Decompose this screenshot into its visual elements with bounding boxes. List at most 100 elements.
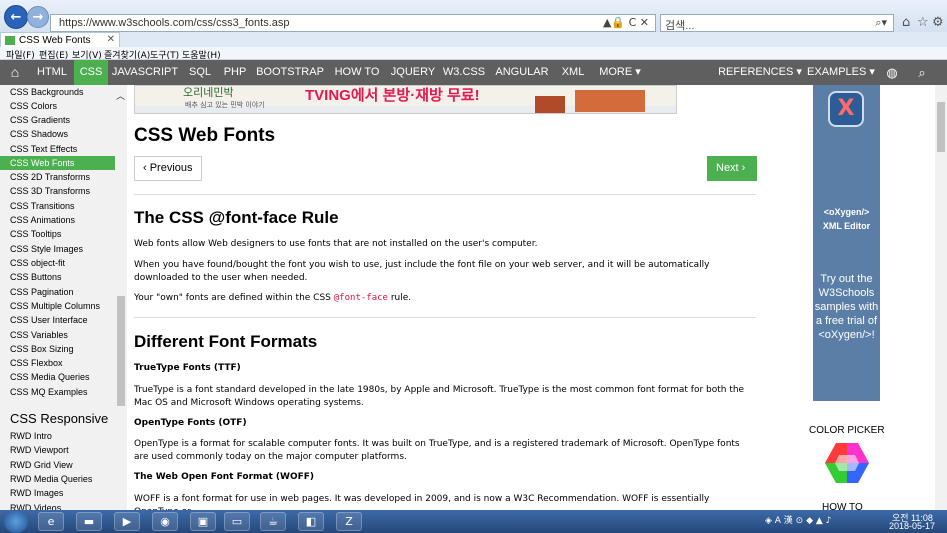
nav-more[interactable]: MORE ▾ (592, 60, 648, 85)
windows-start-icon[interactable] (4, 510, 28, 533)
nav-examples[interactable]: EXAMPLES ▾ (806, 60, 876, 85)
app-icon[interactable]: ▣ (190, 512, 216, 531)
color-picker-icon[interactable] (825, 443, 869, 483)
sidebar: CSS Backgrounds CSS Colors CSS Gradients… (0, 85, 127, 510)
nav-references[interactable]: REFERENCES ▾ (718, 60, 802, 85)
ad-banner[interactable]: 오리네민박 배추 심고 있는 민박 이야기 TVING에서 본방·재방 무료! (134, 85, 677, 114)
code-fontface: @font-face (333, 293, 388, 303)
tab-css-web-fonts[interactable]: CSS Web Fonts ✕ (0, 32, 120, 48)
sidebar-item[interactable]: CSS Buttons (0, 270, 115, 284)
sidebar-item[interactable]: CSS Box Sizing (0, 342, 115, 356)
ad-brand: <oXygen/> (823, 207, 870, 217)
divider (134, 317, 756, 318)
banner-text: TVING에서 본방·재방 무료! (305, 87, 480, 104)
sidebar-item[interactable]: CSS Transitions (0, 199, 115, 213)
sidebar-item[interactable]: CSS Style Images (0, 242, 115, 256)
vscode-icon[interactable]: ◧ (298, 512, 324, 531)
sidebar-item[interactable]: RWD Images (0, 486, 115, 500)
banner-house (575, 90, 645, 112)
sidebar-item[interactable]: CSS Colors (0, 99, 115, 113)
paragraph: Web fonts allow Web designers to use fon… (134, 239, 538, 249)
search-input[interactable]: 검색... ⌕▾ (660, 14, 894, 32)
gear-icon[interactable]: ⚙ (932, 15, 944, 30)
nav-html[interactable]: HTML (31, 60, 73, 85)
banner-house (535, 96, 565, 113)
sidebar-item[interactable]: CSS Animations (0, 213, 115, 227)
cmd-icon[interactable]: ▭ (224, 512, 250, 531)
ad-tagline: Try out the W3Schools samples with a fre… (814, 273, 879, 341)
banner-subtext: 배추 심고 있는 민박 이야기 (185, 101, 265, 109)
chrome-icon[interactable]: ◉ (152, 512, 178, 531)
media-icon[interactable]: ▶ (114, 512, 140, 531)
sidebar-scroll-thumb[interactable] (117, 296, 125, 406)
nav-bootstrap[interactable]: BOOTSTRAP (254, 60, 326, 85)
sidebar-item-active[interactable]: CSS Web Fonts (0, 156, 115, 170)
sidebar-item[interactable]: CSS Gradients (0, 113, 115, 127)
nav-w3css[interactable]: W3.CSS (441, 60, 487, 85)
sidebar-item[interactable]: CSS Backgrounds (0, 85, 115, 99)
section-heading-formats: Different Font Formats (134, 332, 318, 351)
nav-css[interactable]: CSS (74, 60, 108, 85)
sidebar-item[interactable]: RWD Media Queries (0, 472, 115, 486)
text-span: rule. (387, 293, 412, 303)
nav-angular[interactable]: ANGULAR (490, 60, 554, 85)
ie-icon[interactable]: e (38, 512, 64, 531)
sidebar-item[interactable]: CSS Flexbox (0, 356, 115, 370)
sidebar-item[interactable]: CSS Shadows (0, 127, 115, 141)
sidebar-item[interactable]: CSS Multiple Columns (0, 299, 115, 313)
home-icon[interactable]: ⌂ (902, 15, 910, 30)
section-heading-fontface: The CSS @font-face Rule (134, 208, 339, 227)
sidebar-item[interactable]: CSS 2D Transforms (0, 170, 115, 184)
java-icon[interactable]: ☕ (260, 512, 286, 531)
sidebar-item[interactable]: CSS Pagination (0, 285, 115, 299)
sidebar-item[interactable]: CSS Media Queries (0, 370, 115, 384)
folder-icon[interactable]: ▬ (76, 512, 102, 531)
favicon-icon (5, 36, 15, 45)
color-picker-label[interactable]: COLOR PICKER (809, 425, 885, 436)
nav-php[interactable]: PHP (219, 60, 251, 85)
nav-howto[interactable]: HOW TO (329, 60, 385, 85)
oxygen-logo-icon: X (828, 91, 864, 127)
sidebar-item[interactable]: RWD Viewport (0, 443, 115, 457)
sidebar-item[interactable]: CSS Variables (0, 328, 115, 342)
back-button[interactable]: ← (4, 5, 28, 29)
search-icon[interactable]: ⌕▾ (875, 16, 887, 30)
chevron-up-icon[interactable]: ︿ (116, 89, 125, 102)
oxygen-ad[interactable]: X <oXygen/> XML Editor Try out the W3Sch… (813, 85, 880, 401)
sidebar-item[interactable]: RWD Grid View (0, 458, 115, 472)
sidebar-item[interactable]: CSS MQ Examples (0, 385, 115, 399)
search-placeholder: 검색... (665, 20, 695, 32)
nav-xml[interactable]: XML (557, 60, 589, 85)
nav-javascript[interactable]: JAVASCRIPT (110, 60, 180, 85)
home-icon[interactable]: ⌂ (0, 60, 30, 85)
sidebar-item[interactable]: RWD Intro (0, 429, 115, 443)
close-icon[interactable]: ✕ (107, 34, 115, 45)
forward-button[interactable]: → (27, 6, 49, 28)
url-text: https://www.w3schools.com/css/css3_fonts… (59, 17, 290, 29)
star-icon[interactable]: ☆ (917, 15, 929, 30)
search-icon[interactable]: ⌕ (910, 60, 934, 85)
sidebar-item[interactable]: CSS 3D Transforms (0, 184, 115, 198)
nav-sql[interactable]: SQL (183, 60, 217, 85)
sidebar-item[interactable]: CSS User Interface (0, 313, 115, 327)
address-tools[interactable]: ▲🔒 C ✕ (603, 16, 649, 29)
sidebar-item[interactable]: CSS object-fit (0, 256, 115, 270)
sidebar-item[interactable]: CSS Text Effects (0, 142, 115, 156)
sidebar-item[interactable]: RWD Videos (0, 501, 115, 510)
clock-date[interactable]: 2018-05-17 (889, 521, 935, 531)
address-bar[interactable]: https://www.w3schools.com/css/css3_fonts… (50, 14, 656, 32)
nav-jquery[interactable]: JQUERY (388, 60, 438, 85)
paragraph: OpenType is a format for scalable comput… (134, 439, 740, 462)
paragraph: WOFF is a font format for use in web pag… (134, 494, 710, 510)
sidebar-item[interactable]: CSS Tooltips (0, 227, 115, 241)
menu-bar: 파일(F) 편집(E) 보기(V) 즐겨찾기(A) 도구(T) 도움말(H) (0, 47, 947, 61)
globe-icon[interactable]: ◍ (880, 60, 904, 85)
system-tray[interactable]: ◈ A 漢 ⊙ ◆ ▲ ♪ (765, 513, 831, 526)
previous-button[interactable]: ‹ Previous (134, 156, 202, 181)
next-button[interactable]: Next › (707, 156, 757, 181)
tab-row (0, 32, 947, 47)
paragraph: TrueType is a font standard developed in… (134, 385, 745, 408)
page-scroll-thumb[interactable] (937, 102, 945, 152)
filezilla-icon[interactable]: Z (336, 512, 362, 531)
subheading-otf: OpenType Fonts (OTF) (134, 418, 247, 428)
